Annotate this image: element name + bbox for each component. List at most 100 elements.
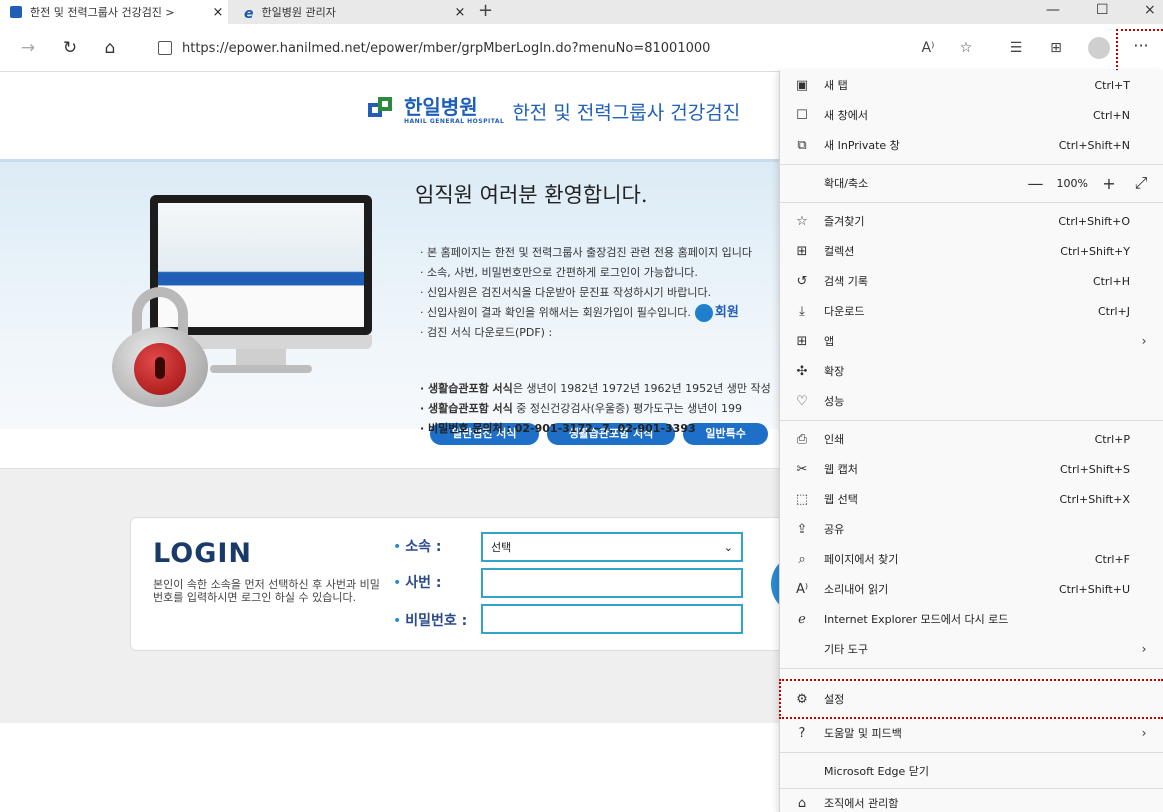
menu-shortcut: Ctrl+Shift+N	[1058, 138, 1130, 152]
menu-item-new-tab[interactable]: ▣ 새 탭 Ctrl+T	[780, 70, 1163, 100]
notice-item: · 신입사원이 결과 확인을 위해서는 회원가입이 필수입니다. 회원	[420, 303, 790, 323]
ie-favicon-icon: e	[244, 6, 254, 22]
tab-close-icon[interactable]: ×	[208, 5, 228, 20]
menu-label: 성능	[824, 395, 845, 408]
profile-avatar[interactable]	[1088, 37, 1110, 59]
menu-label: 즐겨찾기	[824, 215, 865, 228]
menu-item-print[interactable]: ⎙ 인쇄 Ctrl+P	[780, 424, 1163, 454]
refresh-icon[interactable]: ↻	[58, 36, 82, 60]
menu-label: Internet Explorer 모드에서 다시 로드	[824, 613, 1009, 626]
welcome-heading: 임직원 여러분 환영합니다.	[415, 183, 648, 207]
menu-item-web-capture[interactable]: ✂ 웹 캡처 Ctrl+Shift+S	[780, 454, 1163, 484]
notice-list: · 본 홈페이지는 한전 및 전력그룹사 출장검진 관련 전용 홈페이지 입니다…	[420, 243, 790, 343]
share-icon: ⇪	[796, 521, 808, 537]
login-card: LOGIN 본인이 속한 소속을 먼저 선택하신 후 사번과 비밀번호를 입력하…	[130, 517, 811, 651]
fullscreen-icon[interactable]: ⤢	[1130, 173, 1152, 193]
menu-item-managed[interactable]: ⌂ 조직에서 관리함	[780, 788, 1163, 812]
menu-item-favorites[interactable]: ☆ 즐겨찾기 Ctrl+Shift+O	[780, 206, 1163, 236]
note-item: · 생활습관포함 서식 중 정신건강검사(우울증) 평가도구는 생년이 199	[420, 399, 790, 419]
new-tab-icon: ▣	[795, 77, 809, 93]
home-icon[interactable]: ⌂	[98, 36, 122, 60]
new-tab-button[interactable]: +	[478, 0, 493, 24]
note-text: 중 정신건강검사(우울증) 평가도구는 생년이 199	[512, 402, 743, 415]
menu-label: 앱	[824, 335, 835, 348]
employee-id-label: • 사번 :	[393, 575, 442, 591]
menu-label: 페이지에서 찾기	[824, 553, 899, 566]
menu-item-inprivate[interactable]: ⧉ 새 InPrivate 창 Ctrl+Shift+N	[780, 130, 1163, 160]
minimize-button[interactable]: —	[1046, 0, 1060, 24]
menu-label: 소리내어 읽기	[824, 583, 889, 596]
menu-label: 인쇄	[824, 433, 845, 446]
lock-icon[interactable]	[158, 41, 172, 55]
favorites-icon: ☆	[796, 213, 808, 229]
menu-label: 다운로드	[824, 305, 865, 318]
tab-strip: 한전 및 전력그룹사 건강검진 > × e 한일병원 관리자 × + — ☐ ×	[0, 0, 1163, 24]
login-description: 본인이 속한 소속을 먼저 선택하신 후 사번과 비밀번호를 입력하시면 로그인…	[153, 578, 380, 604]
menu-shortcut: Ctrl+Shift+O	[1058, 214, 1130, 228]
join-link[interactable]: 회원	[715, 305, 739, 320]
menu-item-extensions[interactable]: ✣ 확장	[780, 356, 1163, 386]
note-text: 은 생년이 1982년 1972년 1962년 1952년 생만 작성	[512, 382, 771, 395]
address-bar[interactable]: https://epower.hanilmed.net/epower/mber/…	[146, 34, 786, 62]
window-close-button[interactable]: ×	[1144, 0, 1156, 24]
menu-item-downloads[interactable]: ⤓ 다운로드 Ctrl+J	[780, 296, 1163, 326]
menu-label: 검색 기록	[824, 275, 868, 288]
zoom-level: 100%	[1056, 176, 1088, 190]
maximize-button[interactable]: ☐	[1096, 0, 1109, 24]
menu-shortcut: Ctrl+Shift+S	[1060, 462, 1130, 476]
menu-label: 확장	[824, 365, 845, 378]
menu-label: 컬렉션	[824, 245, 855, 258]
menu-item-apps[interactable]: ⊞ 앱 ›	[780, 326, 1163, 356]
notes-list: · 생활습관포함 서식은 생년이 1982년 1972년 1962년 1952년…	[420, 379, 790, 439]
logo-english: HANIL GENERAL HOSPITAL	[404, 118, 505, 125]
menu-label: 웹 선택	[824, 493, 858, 506]
menu-item-collections[interactable]: ⊞ 컬렉션 Ctrl+Shift+Y	[780, 236, 1163, 266]
menu-item-read-aloud[interactable]: A⁾ 소리내어 읽기 Ctrl+Shift+U	[780, 574, 1163, 604]
tab-admin[interactable]: e 한일병원 관리자 ×	[232, 0, 470, 24]
password-input[interactable]	[481, 604, 743, 634]
collections-icon[interactable]: ⊞	[1044, 36, 1068, 60]
back-arrow-icon[interactable]: →	[16, 36, 40, 60]
menu-separator	[780, 420, 1163, 421]
menu-item-find[interactable]: ⌕ 페이지에서 찾기 Ctrl+F	[780, 544, 1163, 574]
menu-item-ie-mode[interactable]: ℯ Internet Explorer 모드에서 다시 로드	[780, 604, 1163, 634]
menu-item-web-select[interactable]: ⬚ 웹 선택 Ctrl+Shift+X	[780, 484, 1163, 514]
menu-item-share[interactable]: ⇪ 공유	[780, 514, 1163, 544]
password-inquiry: · 비밀번호 문의처 : 02-901-3172~7, 02-901-3393	[420, 422, 696, 435]
print-icon: ⎙	[796, 431, 808, 447]
download-icon: ⤓	[799, 303, 805, 319]
extensions-icon: ✣	[796, 363, 808, 379]
add-favorite-icon[interactable]: ☆	[954, 36, 978, 60]
menu-label: 도움말 및 피드백	[824, 727, 902, 740]
notice-item: · 신입사원은 검진서식을 다운받아 문진표 작성하시기 바랍니다.	[420, 286, 712, 299]
lock-icon[interactable]	[694, 304, 713, 322]
affiliation-select[interactable]: 선택 ⌄	[481, 532, 743, 562]
web-capture-icon: ✂	[796, 461, 808, 477]
menu-item-new-window[interactable]: ☐ 새 창에서 Ctrl+N	[780, 100, 1163, 130]
employee-id-input[interactable]	[481, 568, 743, 598]
menu-item-close-edge[interactable]: Microsoft Edge 닫기	[780, 756, 1163, 786]
zoom-out-button[interactable]: —	[1025, 174, 1047, 193]
note-bold: · 생활습관포함 서식	[420, 382, 513, 395]
menu-label: 새 InPrivate 창	[824, 139, 900, 152]
notice-text: · 신입사원이 결과 확인을 위해서는 회원가입이 필수입니다.	[420, 306, 691, 319]
menu-shortcut: Ctrl+Shift+Y	[1060, 244, 1130, 258]
logo-wordmark: 한일병원 HANIL GENERAL HOSPITAL	[404, 97, 504, 125]
menu-item-more-tools[interactable]: 기타 도구 ›	[780, 634, 1163, 664]
menu-item-performance[interactable]: ♡ 성능	[780, 386, 1163, 416]
notice-item: · 본 홈페이지는 한전 및 전력그룹사 출장검진 관련 전용 홈페이지 입니다	[420, 246, 752, 259]
favorites-icon[interactable]: ☰	[1004, 36, 1028, 60]
password-label: • 비밀번호 :	[393, 613, 468, 629]
notice-item: · 소속, 사번, 비밀번호만으로 간편하게 로그인이 가능합니다.	[420, 266, 698, 279]
read-aloud-icon[interactable]: A⁾	[916, 36, 940, 60]
hospital-logo[interactable]: 한일병원 HANIL GENERAL HOSPITAL 한전 및 전력그룹사 건…	[368, 97, 740, 125]
menu-item-help[interactable]: ? 도움말 및 피드백 ›	[780, 718, 1163, 748]
tab-label: 한전 및 전력그룹사 건강검진 >	[30, 6, 175, 19]
managed-icon: ⌂	[797, 795, 807, 811]
zoom-in-button[interactable]: +	[1098, 174, 1120, 193]
menu-separator	[780, 202, 1163, 203]
tab-close-icon[interactable]: ×	[450, 5, 470, 20]
tab-health-checkup[interactable]: 한전 및 전력그룹사 건강검진 > ×	[0, 0, 228, 24]
menu-item-history[interactable]: ↺ 검색 기록 Ctrl+H	[780, 266, 1163, 296]
menu-separator	[780, 752, 1163, 753]
